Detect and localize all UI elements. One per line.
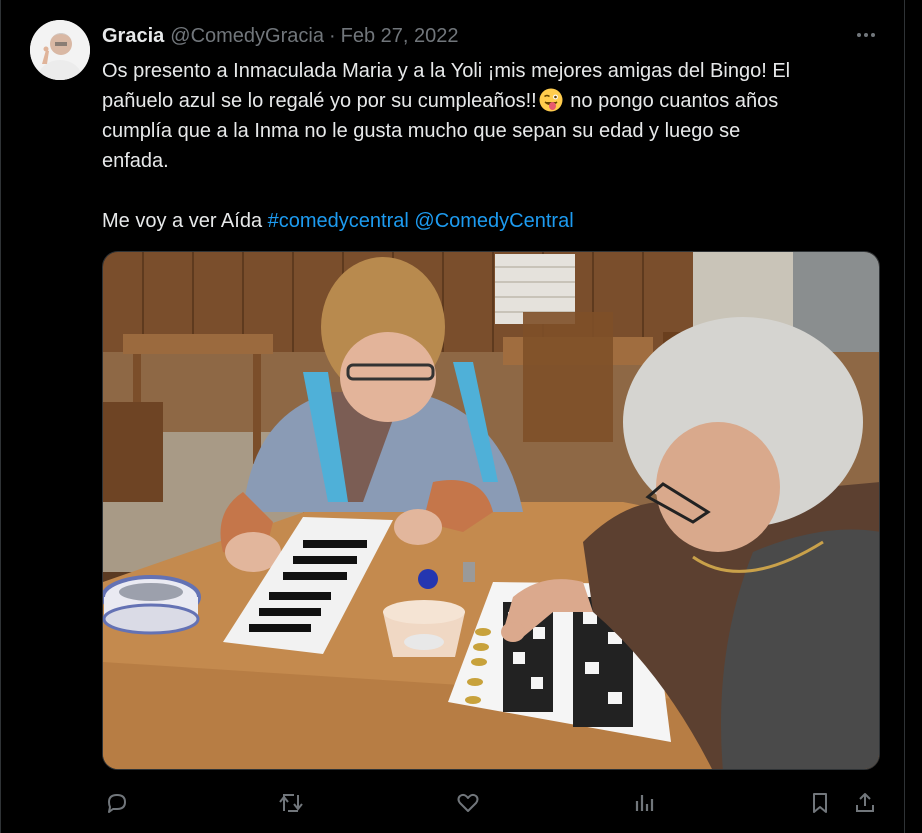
bookmark-icon[interactable] <box>807 790 833 816</box>
tweet-text-segment: Me voy a ver Aída <box>102 210 263 232</box>
tweet-text-line: Me voy a ver Aída #comedycentral @Comedy… <box>102 206 892 236</box>
hashtag-link[interactable]: #comedycentral <box>268 210 409 232</box>
tweet-text-segment: no pongo cuantos años <box>570 90 779 112</box>
views-icon[interactable] <box>631 790 657 816</box>
reply-icon[interactable] <box>104 790 130 816</box>
retweet-icon[interactable] <box>278 790 304 816</box>
author-avatar[interactable] <box>30 20 90 80</box>
tweet-date[interactable]: Feb 27, 2022 <box>341 25 459 48</box>
tweet-actions <box>102 788 880 818</box>
tweet-photo[interactable] <box>102 251 880 770</box>
heart-icon[interactable] <box>455 790 481 816</box>
header-separator: · <box>328 24 336 47</box>
winking-face-with-tongue-emoji <box>539 88 563 112</box>
tweet-text-line: pañuelo azul se lo regalé yo por su cump… <box>102 86 892 116</box>
share-icon[interactable] <box>852 790 878 816</box>
tweet-text-line: enfada. <box>102 150 169 172</box>
tweet-text: Os presento a Inmaculada Maria y a la Yo… <box>102 56 892 236</box>
mention-link[interactable]: @ComedyCentral <box>414 210 573 232</box>
tweet-text-segment: pañuelo azul se lo regalé yo por su cump… <box>102 90 537 112</box>
tweet-text-line: cumplía que a la Inma no le gusta mucho … <box>102 120 741 142</box>
tweet-text-line: Os presento a Inmaculada Maria y a la Yo… <box>102 60 791 82</box>
tweet-header: Gracia @ComedyGracia · Feb 27, 2022 <box>102 22 459 50</box>
author-name[interactable]: Gracia <box>102 25 164 48</box>
author-handle[interactable]: @ComedyGracia <box>170 25 324 48</box>
tweet-card[interactable]: Gracia @ComedyGracia · Feb 27, 2022 Os p… <box>0 0 905 833</box>
more-dots-icon[interactable] <box>853 24 879 46</box>
